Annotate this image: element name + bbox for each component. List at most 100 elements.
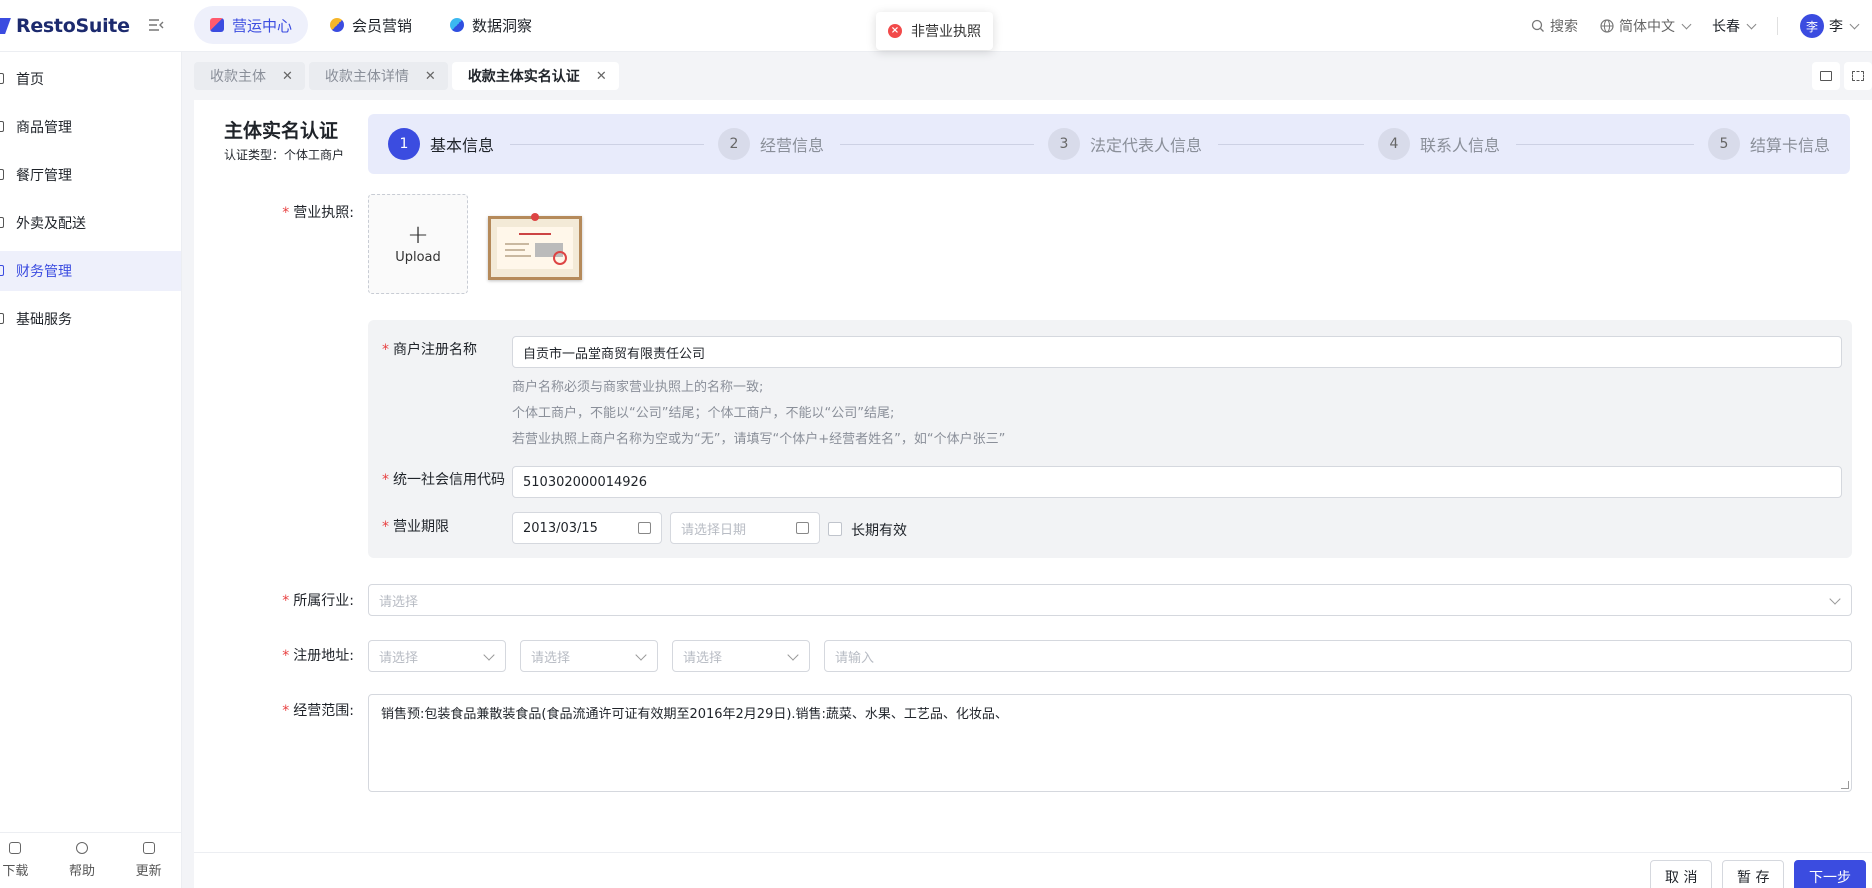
- district-placeholder: 请选择: [683, 650, 723, 666]
- footer-divider: [194, 852, 1872, 888]
- sidebar-item-basic-services[interactable]: 基础服务: [0, 299, 181, 339]
- step-label: 基本信息: [430, 136, 495, 155]
- language-selector[interactable]: 简体中文: [1600, 16, 1692, 36]
- top-navigation: 营运中心 会员营销 数据洞察: [194, 6, 548, 44]
- hint-line: 个体工商户，不能以“公司”结尾；个体工商户，不能以“公司”结尾;: [512, 406, 895, 421]
- step-connector: [510, 143, 704, 145]
- topnav-data-insights[interactable]: 数据洞察: [434, 6, 548, 44]
- delivery-icon: [0, 217, 4, 228]
- license-upload-button[interactable]: + Upload: [368, 194, 468, 294]
- sidebar-item-delivery[interactable]: 外卖及配送: [0, 203, 181, 243]
- search-button[interactable]: 搜索: [1531, 16, 1578, 36]
- tab-payee-verification[interactable]: 收款主体实名认证 ✕: [451, 62, 619, 90]
- long-term-label[interactable]: 长期有效: [851, 520, 907, 540]
- step-number: 2: [718, 128, 750, 160]
- license-thumbnail[interactable]: [488, 213, 582, 280]
- step-connector: [1516, 143, 1694, 145]
- tab-label: 收款主体: [210, 69, 266, 85]
- operations-icon: [210, 18, 224, 32]
- next-step-button[interactable]: 下一步: [1794, 860, 1866, 888]
- resize-handle-icon[interactable]: [1841, 781, 1849, 789]
- period-end-date-input[interactable]: 请选择日期: [670, 512, 820, 544]
- emblem-icon: [531, 213, 539, 221]
- store-icon: [1820, 71, 1832, 81]
- update-label: 更新: [135, 864, 162, 879]
- city-selector[interactable]: 长春: [1712, 16, 1757, 36]
- close-icon[interactable]: ✕: [425, 69, 436, 84]
- address-label: * 注册地址:: [282, 648, 354, 664]
- business-scope-textarea[interactable]: 销售预:包装食品兼散装食品(食品流通许可证有效期至2016年2月29日).销售:…: [368, 694, 1852, 792]
- hint-line: 若营业执照上商户名称为空或为“无”，请填写“个体户+经营者姓名”，如“个体户张三…: [512, 432, 1006, 447]
- sidebar-item-finance[interactable]: 财务管理: [0, 251, 181, 291]
- tab-payee-detail[interactable]: 收款主体详情 ✕: [308, 62, 448, 90]
- industry-select[interactable]: 请选择: [368, 584, 1852, 616]
- close-icon[interactable]: ✕: [282, 69, 293, 84]
- district-select[interactable]: 请选择: [672, 640, 810, 672]
- step-basic-info: 1 基本信息: [388, 128, 718, 160]
- app-name: RestoSuite: [16, 15, 130, 37]
- long-term-checkbox[interactable]: [828, 522, 842, 536]
- province-placeholder: 请选择: [379, 650, 419, 666]
- insights-icon: [450, 18, 465, 32]
- app-logo[interactable]: RestoSuite: [0, 12, 130, 40]
- step-business-info: 2 经营信息: [718, 128, 1048, 160]
- period-start-date-input[interactable]: 2013/03/15: [512, 512, 662, 544]
- step-label: 联系人信息: [1420, 136, 1501, 155]
- cancel-button[interactable]: 取 消: [1650, 860, 1713, 888]
- sidebar-item-home[interactable]: 首页: [0, 59, 181, 99]
- topnav-operations[interactable]: 营运中心: [194, 6, 309, 44]
- city-label: 长春: [1712, 19, 1740, 35]
- step-contact-info: 4 联系人信息: [1378, 128, 1708, 160]
- step-settlement-card: 5 结算卡信息: [1708, 128, 1830, 160]
- chevron-down-icon: [1829, 593, 1841, 605]
- search-icon: [1531, 19, 1544, 32]
- home-icon: [0, 73, 4, 84]
- step-legal-rep-info: 3 法定代表人信息: [1048, 128, 1378, 160]
- globe-icon: [1600, 19, 1614, 33]
- certification-type: 认证类型：个体工商户: [224, 148, 345, 162]
- tab-payee[interactable]: 收款主体 ✕: [194, 62, 305, 90]
- credit-code-input[interactable]: 510302000014926: [512, 466, 1842, 498]
- save-draft-button[interactable]: 暂 存: [1722, 860, 1785, 888]
- step-connector: [1218, 143, 1364, 145]
- industry-placeholder: 请选择: [379, 594, 419, 610]
- download-icon: [9, 842, 22, 854]
- sidebar-item-restaurants[interactable]: 餐厅管理: [0, 155, 181, 195]
- download-label: 下载: [2, 864, 29, 879]
- language-label: 简体中文: [1619, 19, 1675, 35]
- license-label: * 营业执照:: [282, 205, 354, 221]
- topnav-label: 营运中心: [232, 16, 293, 35]
- logo-mark-icon: [0, 16, 14, 36]
- refresh-tab-button[interactable]: [1812, 62, 1840, 90]
- step-number: 4: [1378, 128, 1410, 160]
- fullscreen-button[interactable]: [1844, 62, 1872, 90]
- plus-icon: +: [407, 219, 429, 250]
- calendar-icon: [638, 522, 651, 534]
- product-icon: [0, 121, 4, 132]
- business-scope-value: 销售预:包装食品兼散装食品(食品流通许可证有效期至2016年2月29日).销售:…: [381, 707, 1008, 722]
- topnav-member-marketing[interactable]: 会员营销: [314, 6, 428, 44]
- chevron-down-icon: [1746, 19, 1757, 29]
- finance-icon: [0, 265, 4, 276]
- menu-collapse-icon[interactable]: [148, 17, 164, 33]
- update-button[interactable]: 更新: [136, 842, 162, 879]
- user-menu[interactable]: 李 李: [1800, 14, 1860, 38]
- toast-message: 非营业执照: [911, 24, 981, 40]
- step-connector: [840, 143, 1034, 145]
- period-end-placeholder: 请选择日期: [681, 522, 747, 538]
- download-button[interactable]: 下载: [2, 842, 28, 879]
- industry-label: * 所属行业:: [282, 593, 354, 609]
- license-image: [497, 227, 573, 269]
- sidebar-item-label: 财务管理: [16, 264, 72, 280]
- sidebar-footer: 下载 帮助 更新: [0, 832, 182, 888]
- help-button[interactable]: 帮助: [69, 842, 95, 879]
- close-icon[interactable]: ✕: [596, 69, 607, 84]
- city-select[interactable]: 请选择: [520, 640, 658, 672]
- merchant-name-input[interactable]: 自贡市一品堂商贸有限责任公司: [512, 336, 1842, 368]
- province-select[interactable]: 请选择: [368, 640, 506, 672]
- address-detail-input[interactable]: 请输入: [824, 640, 1852, 672]
- business-period-label: * 营业期限: [382, 519, 449, 535]
- tab-tools: [1812, 62, 1872, 90]
- sidebar-item-products[interactable]: 商品管理: [0, 107, 181, 147]
- tab-label: 收款主体详情: [324, 69, 409, 85]
